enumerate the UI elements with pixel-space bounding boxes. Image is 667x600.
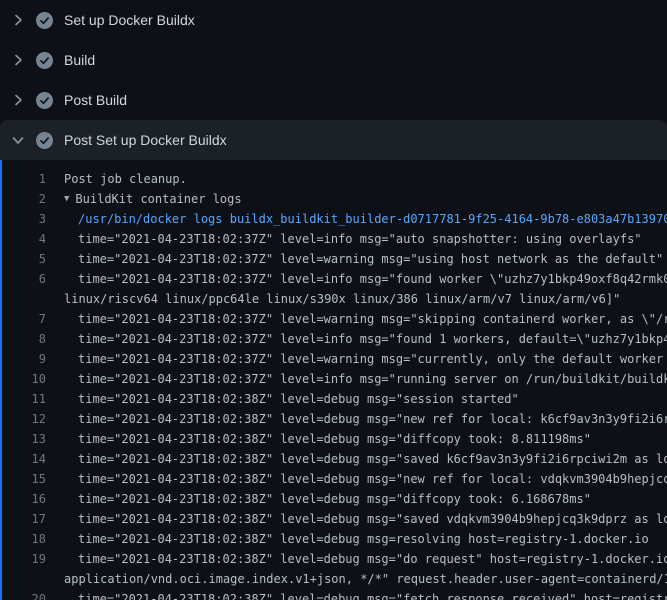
log-line-text: time="2021-04-23T18:02:38Z" level=debug … [78, 592, 667, 600]
log-line-text: /usr/bin/docker logs buildx_buildkit_bui… [78, 212, 667, 226]
workflow-log-panel: Set up Docker Buildx Build Post Build Po… [0, 0, 667, 600]
log-line-text: time="2021-04-23T18:02:38Z" level=debug … [78, 452, 667, 466]
log-line: 4 ▼time="2021-04-23T18:02:37Z" level=inf… [2, 229, 667, 249]
log-line: 8 ▼time="2021-04-23T18:02:37Z" level=inf… [2, 329, 667, 349]
log-line-text: time="2021-04-23T18:02:38Z" level=debug … [78, 532, 649, 546]
log-line: 19 ▼time="2021-04-23T18:02:38Z" level=de… [2, 549, 667, 569]
log-line-text: BuildKit container logs [75, 192, 241, 206]
log-line-text: time="2021-04-23T18:02:37Z" level=warnin… [78, 252, 663, 266]
log-line: 11 ▼time="2021-04-23T18:02:38Z" level=de… [2, 389, 667, 409]
log-line: 20 ▼time="2021-04-23T18:02:38Z" level=de… [2, 589, 667, 600]
log-line-text: time="2021-04-23T18:02:38Z" level=debug … [78, 512, 667, 526]
log-line: 7 ▼time="2021-04-23T18:02:37Z" level=war… [2, 309, 667, 329]
check-circle-icon [36, 12, 53, 29]
log-line-text: time="2021-04-23T18:02:37Z" level=warnin… [78, 312, 667, 326]
log-line-number[interactable]: 14 [2, 449, 46, 469]
log-line: 3 ▼/usr/bin/docker logs buildx_buildkit_… [2, 209, 667, 229]
log-line-text: time="2021-04-23T18:02:37Z" level=info m… [78, 232, 642, 246]
log-line-text: time="2021-04-23T18:02:37Z" level=info m… [78, 332, 667, 346]
chevron-right-icon [10, 52, 26, 68]
log-line-number [2, 569, 46, 589]
log-line-number[interactable]: 1 [2, 169, 46, 189]
log-line-number[interactable]: 3 [2, 209, 46, 229]
step-header-set-up-docker-buildx[interactable]: Set up Docker Buildx [0, 0, 667, 40]
log-line-number[interactable]: 13 [2, 429, 46, 449]
log-line-text: time="2021-04-23T18:02:38Z" level=debug … [78, 392, 519, 406]
log-line-number[interactable]: 10 [2, 369, 46, 389]
log-line-text: time="2021-04-23T18:02:38Z" level=debug … [78, 552, 667, 566]
log-line-text: time="2021-04-23T18:02:37Z" level=info m… [78, 272, 667, 286]
step-label: Build [64, 52, 95, 68]
log-line-number[interactable]: 5 [2, 249, 46, 269]
log-line-number[interactable]: 20 [2, 589, 46, 600]
chevron-right-icon [10, 92, 26, 108]
check-circle-icon [36, 52, 53, 69]
log-line-text: Post job cleanup. [64, 172, 187, 186]
log-line-text: application/vnd.oci.image.index.v1+json,… [64, 572, 667, 586]
log-line: 16 ▼time="2021-04-23T18:02:38Z" level=de… [2, 489, 667, 509]
log-line: 17 ▼time="2021-04-23T18:02:38Z" level=de… [2, 509, 667, 529]
log-line-number[interactable]: 4 [2, 229, 46, 249]
log-line-text: time="2021-04-23T18:02:38Z" level=debug … [78, 492, 591, 506]
log-line-number[interactable]: 9 [2, 349, 46, 369]
log-line-number[interactable]: 12 [2, 409, 46, 429]
log-line: 6 ▼time="2021-04-23T18:02:37Z" level=inf… [2, 269, 667, 289]
log-line-text: time="2021-04-23T18:02:38Z" level=debug … [78, 412, 667, 426]
log-line: 10 ▼time="2021-04-23T18:02:37Z" level=in… [2, 369, 667, 389]
check-circle-icon [36, 132, 53, 149]
log-line-number[interactable]: 15 [2, 469, 46, 489]
log-line-text: linux/riscv64 linux/ppc64le linux/s390x … [64, 292, 620, 306]
log-line-number[interactable]: 18 [2, 529, 46, 549]
step-label: Set up Docker Buildx [64, 12, 195, 28]
log-line: 12 ▼time="2021-04-23T18:02:38Z" level=de… [2, 409, 667, 429]
log-line: 1 ▼Post job cleanup. [2, 169, 667, 189]
check-circle-icon [36, 92, 53, 109]
log-line: 18 ▼time="2021-04-23T18:02:38Z" level=de… [2, 529, 667, 549]
step-label: Post Set up Docker Buildx [64, 132, 227, 148]
step-label: Post Build [64, 92, 127, 108]
log-line: 15 ▼time="2021-04-23T18:02:38Z" level=de… [2, 469, 667, 489]
log-viewer: 1 ▼Post job cleanup. 2 ▼ BuildKit contain… [0, 160, 667, 600]
log-line: ▼linux/riscv64 linux/ppc64le linux/s390x… [2, 289, 667, 309]
log-line-number[interactable]: 8 [2, 329, 46, 349]
log-line: ▼application/vnd.oci.image.index.v1+json… [2, 569, 667, 589]
chevron-down-icon [10, 132, 26, 148]
log-line-number[interactable]: 19 [2, 549, 46, 569]
log-line-number[interactable]: 11 [2, 389, 46, 409]
log-line-text: time="2021-04-23T18:02:37Z" level=warnin… [78, 352, 667, 366]
log-line-text: time="2021-04-23T18:02:38Z" level=debug … [78, 472, 667, 486]
step-header-build[interactable]: Build [0, 40, 667, 80]
log-line-number[interactable]: 6 [2, 269, 46, 289]
log-line: 5 ▼time="2021-04-23T18:02:37Z" level=war… [2, 249, 667, 269]
log-line: 9 ▼time="2021-04-23T18:02:37Z" level=war… [2, 349, 667, 369]
log-line[interactable]: 2 ▼ BuildKit container logs [2, 189, 667, 209]
log-line-text: time="2021-04-23T18:02:37Z" level=info m… [78, 372, 667, 386]
log-line-number[interactable]: 2 [2, 189, 46, 209]
log-line-number[interactable]: 17 [2, 509, 46, 529]
log-line: 13 ▼time="2021-04-23T18:02:38Z" level=de… [2, 429, 667, 449]
chevron-right-icon [10, 12, 26, 28]
step-header-post-build[interactable]: Post Build [0, 80, 667, 120]
log-line: 14 ▼time="2021-04-23T18:02:38Z" level=de… [2, 449, 667, 469]
log-line-number[interactable]: 7 [2, 309, 46, 329]
steps-list: Set up Docker Buildx Build Post Build Po… [0, 0, 667, 160]
triangle-down-icon: ▼ [64, 189, 69, 209]
log-line-number[interactable]: 16 [2, 489, 46, 509]
step-header-post-set-up-docker-buildx[interactable]: Post Set up Docker Buildx [0, 120, 667, 160]
log-line-text: time="2021-04-23T18:02:38Z" level=debug … [78, 432, 591, 446]
log-line-number [2, 289, 46, 309]
